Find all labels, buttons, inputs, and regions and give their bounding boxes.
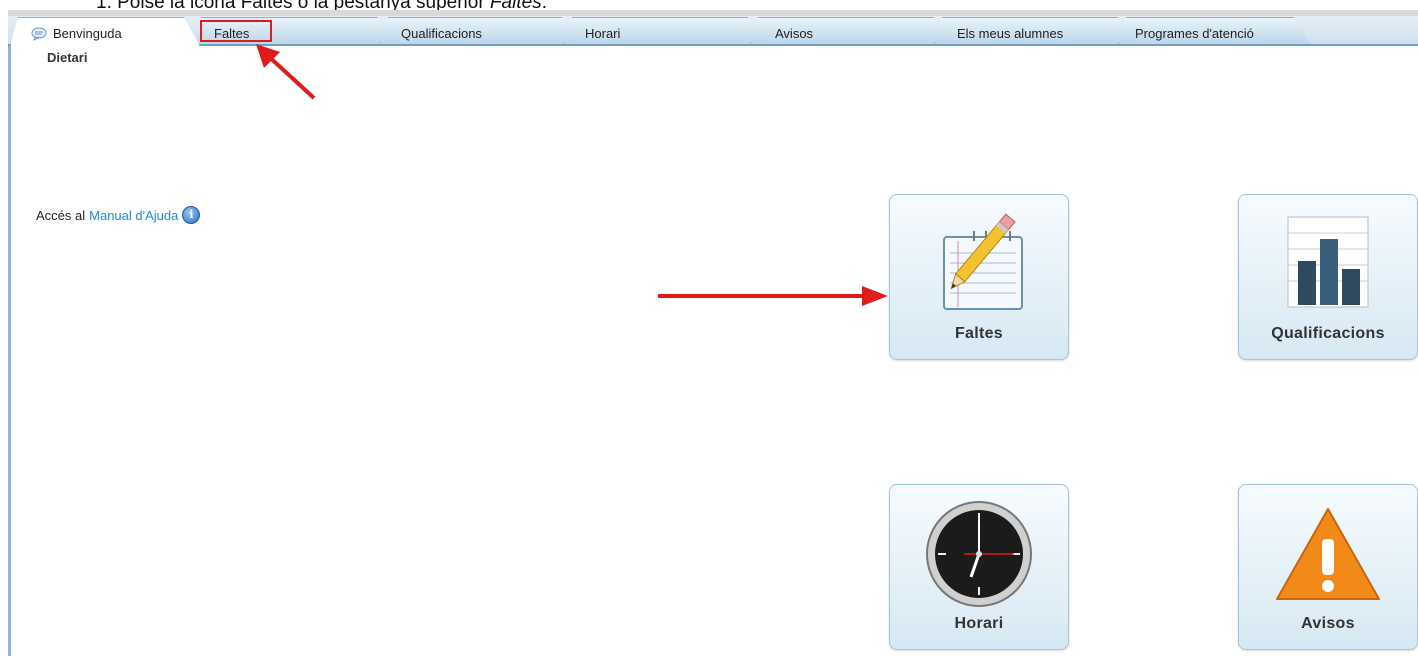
tile-avisos-label: Avisos — [1301, 615, 1355, 632]
tab-bar-top — [8, 10, 1418, 16]
help-manual-line: Accés al Manual d'Ajuda i — [36, 206, 201, 224]
tile-qualificacions-label: Qualificacions — [1271, 325, 1385, 342]
notepad-pencil-icon — [943, 213, 1023, 310]
help-prefix-text: Accés al — [36, 207, 86, 223]
tab-avisos[interactable]: Avisos — [750, 17, 950, 44]
tile-horari-label: Horari — [954, 615, 1004, 632]
annotation-arrow-to-tab — [256, 44, 316, 100]
tile-horari[interactable]: Horari — [889, 484, 1069, 650]
info-icon[interactable]: i — [182, 206, 201, 224]
tab-horari[interactable]: Horari — [564, 17, 764, 44]
tile-avisos[interactable]: Avisos — [1238, 484, 1418, 650]
tab-els-meus-alumnes[interactable]: Els meus alumnes — [934, 17, 1134, 44]
tile-faltes-label: Faltes — [954, 325, 1004, 342]
speech-bubble-icon — [31, 27, 47, 41]
faltes-tab-highlight-annotation — [200, 20, 272, 42]
tab-benvinguda[interactable]: Benvinguda — [10, 17, 200, 46]
tile-qualificacions[interactable]: Qualificacions — [1238, 194, 1418, 360]
tab-programes-atencio[interactable]: Programes d'atenció — [1118, 17, 1310, 44]
tile-faltes[interactable]: Faltes — [889, 194, 1069, 360]
manual-ajuda-link[interactable]: Manual d'Ajuda — [89, 208, 178, 223]
left-frame-border — [8, 26, 11, 656]
clock-icon — [926, 501, 1032, 607]
tab-qualificacions[interactable]: Qualificacions — [380, 17, 578, 44]
dietari-link[interactable]: Dietari — [47, 50, 87, 65]
annotation-arrow-to-tile — [658, 286, 888, 306]
warning-triangle-icon — [1276, 508, 1380, 600]
bar-chart-icon — [1287, 216, 1369, 308]
